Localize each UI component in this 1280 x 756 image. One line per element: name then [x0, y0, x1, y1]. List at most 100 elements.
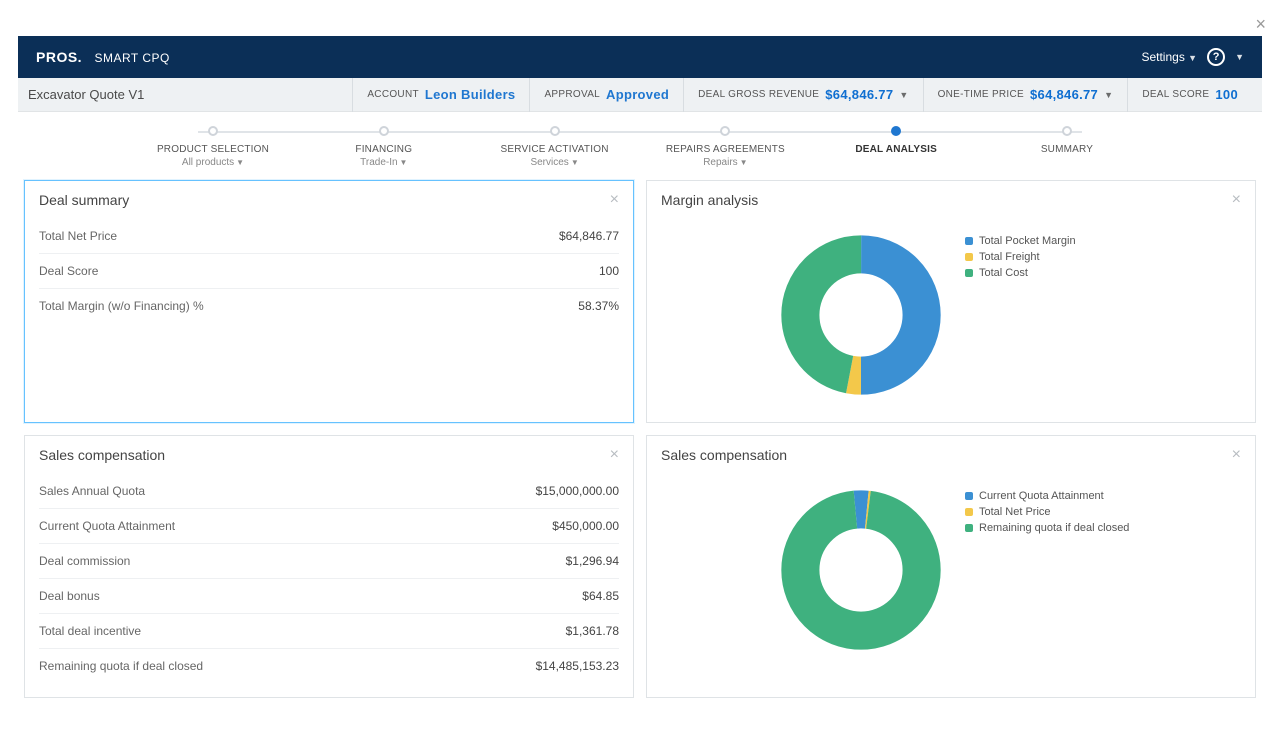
step-subtitle[interactable]: Services▼	[465, 157, 645, 168]
legend-swatch	[965, 524, 973, 532]
step-financing[interactable]: FINANCING Trade-In▼	[294, 126, 474, 168]
row-value: 58.37%	[578, 299, 619, 313]
legend-swatch	[965, 237, 973, 245]
settings-link[interactable]: Settings ▼	[1141, 50, 1197, 64]
account-link[interactable]: Leon Builders	[425, 87, 516, 102]
app-header: PROS. SMART CPQ Settings ▼ ? ▼	[18, 36, 1262, 78]
close-icon[interactable]: ×	[610, 191, 619, 209]
panel-sales-compensation-table: Sales compensation × Sales Annual Quota $…	[24, 435, 634, 698]
legend-item: Remaining quota if deal closed	[965, 522, 1233, 534]
step-summary[interactable]: SUMMARY	[977, 126, 1157, 168]
row-value: $1,296.94	[566, 554, 619, 568]
panel-sales-compensation-chart: Sales compensation × Current Quota Attai…	[646, 435, 1256, 698]
metric-gross-revenue[interactable]: DEAL GROSS REVENUE $64,846.77 ▼	[683, 78, 922, 112]
row-value: $450,000.00	[552, 519, 619, 533]
sales-comp-donut-chart	[661, 474, 965, 663]
panel-title: Deal summary	[39, 192, 129, 208]
step-title: SUMMARY	[977, 144, 1157, 155]
chevron-down-icon: ▼	[1188, 53, 1197, 63]
step-subtitle[interactable]: Trade-In▼	[294, 157, 474, 168]
list-item: Deal bonus $64.85	[39, 579, 619, 614]
row-value: $64.85	[582, 589, 619, 603]
row-value: 100	[599, 264, 619, 278]
step-title: DEAL ANALYSIS	[806, 144, 986, 155]
close-icon[interactable]: ×	[1232, 446, 1241, 464]
quote-sub-header: Excavator Quote V1 ACCOUNT Leon Builders…	[18, 78, 1262, 112]
brand: PROS. SMART CPQ	[36, 49, 170, 65]
legend-item: Current Quota Attainment	[965, 490, 1233, 502]
chevron-down-icon: ▼	[1104, 90, 1113, 100]
panel-title: Margin analysis	[661, 192, 758, 208]
step-deal-analysis[interactable]: DEAL ANALYSIS	[806, 126, 986, 168]
step-dot-icon	[1062, 126, 1072, 136]
legend-label: Total Freight	[979, 251, 1040, 263]
step-service-activation[interactable]: SERVICE ACTIVATION Services▼	[465, 126, 645, 168]
step-dot-icon	[720, 126, 730, 136]
step-product-selection[interactable]: PRODUCT SELECTION All products▼	[123, 126, 303, 168]
close-icon[interactable]: ×	[610, 446, 619, 464]
chevron-down-icon: ▼	[236, 158, 244, 167]
legend-swatch	[965, 508, 973, 516]
chevron-down-icon: ▼	[740, 158, 748, 167]
metric-deal-score: DEAL SCORE 100	[1127, 78, 1252, 112]
list-item: Total deal incentive $1,361.78	[39, 614, 619, 649]
list-item: Deal commission $1,296.94	[39, 544, 619, 579]
metric-account: ACCOUNT Leon Builders	[352, 78, 529, 112]
chevron-down-icon: ▼	[400, 158, 408, 167]
step-title: PRODUCT SELECTION	[123, 144, 303, 155]
help-icon[interactable]: ?	[1207, 48, 1225, 66]
metric-approval: APPROVAL Approved	[529, 78, 683, 112]
row-label: Total Margin (w/o Financing) %	[39, 299, 204, 313]
close-icon[interactable]: ×	[1232, 191, 1241, 209]
legend-label: Total Cost	[979, 267, 1028, 279]
row-value: $15,000,000.00	[536, 484, 619, 498]
product-name: SMART CPQ	[94, 51, 169, 65]
quote-name: Excavator Quote V1	[28, 87, 144, 102]
window-close-icon[interactable]: ×	[1255, 14, 1266, 35]
step-repairs-agreements[interactable]: REPAIRS AGREEMENTS Repairs▼	[635, 126, 815, 168]
legend-label: Total Pocket Margin	[979, 235, 1076, 247]
workflow-stepper: PRODUCT SELECTION All products▼ FINANCIN…	[18, 120, 1262, 168]
row-label: Deal commission	[39, 554, 130, 568]
step-title: REPAIRS AGREEMENTS	[635, 144, 815, 155]
panel-margin-analysis: Margin analysis × Total Pocket Margin Tot…	[646, 180, 1256, 423]
step-title: SERVICE ACTIVATION	[465, 144, 645, 155]
row-label: Deal bonus	[39, 589, 100, 603]
row-label: Total deal incentive	[39, 624, 141, 638]
chevron-down-icon: ▼	[571, 158, 579, 167]
row-value: $14,485,153.23	[536, 659, 619, 673]
panel-deal-summary: Deal summary × Total Net Price $64,846.77…	[24, 180, 634, 423]
legend-swatch	[965, 253, 973, 261]
list-item: Remaining quota if deal closed $14,485,15…	[39, 649, 619, 683]
panel-title: Sales compensation	[661, 447, 787, 463]
step-dot-icon	[891, 126, 901, 136]
chevron-down-icon: ▼	[899, 90, 908, 100]
row-label: Sales Annual Quota	[39, 484, 145, 498]
approval-status[interactable]: Approved	[606, 87, 669, 102]
panel-title: Sales compensation	[39, 447, 165, 463]
legend-item: Total Freight	[965, 251, 1233, 263]
row-label: Total Net Price	[39, 229, 117, 243]
list-item: Current Quota Attainment $450,000.00	[39, 509, 619, 544]
row-label: Current Quota Attainment	[39, 519, 175, 533]
step-dot-icon	[550, 126, 560, 136]
legend-item: Total Net Price	[965, 506, 1233, 518]
list-item: Total Margin (w/o Financing) % 58.37%	[39, 289, 619, 323]
chevron-down-icon[interactable]: ▼	[1235, 52, 1244, 62]
row-label: Remaining quota if deal closed	[39, 659, 203, 673]
step-subtitle[interactable]: All products▼	[123, 157, 303, 168]
legend-label: Current Quota Attainment	[979, 490, 1104, 502]
legend-swatch	[965, 492, 973, 500]
row-value: $64,846.77	[559, 229, 619, 243]
margin-donut-chart	[661, 219, 965, 408]
legend-label: Remaining quota if deal closed	[979, 522, 1129, 534]
step-dot-icon	[208, 126, 218, 136]
step-subtitle[interactable]: Repairs▼	[635, 157, 815, 168]
legend-label: Total Net Price	[979, 506, 1051, 518]
row-value: $1,361.78	[566, 624, 619, 638]
legend-item: Total Pocket Margin	[965, 235, 1233, 247]
list-item: Deal Score100	[39, 254, 619, 289]
legend-item: Total Cost	[965, 267, 1233, 279]
metric-one-time-price[interactable]: ONE-TIME PRICE $64,846.77 ▼	[923, 78, 1128, 112]
list-item: Sales Annual Quota $15,000,000.00	[39, 474, 619, 509]
